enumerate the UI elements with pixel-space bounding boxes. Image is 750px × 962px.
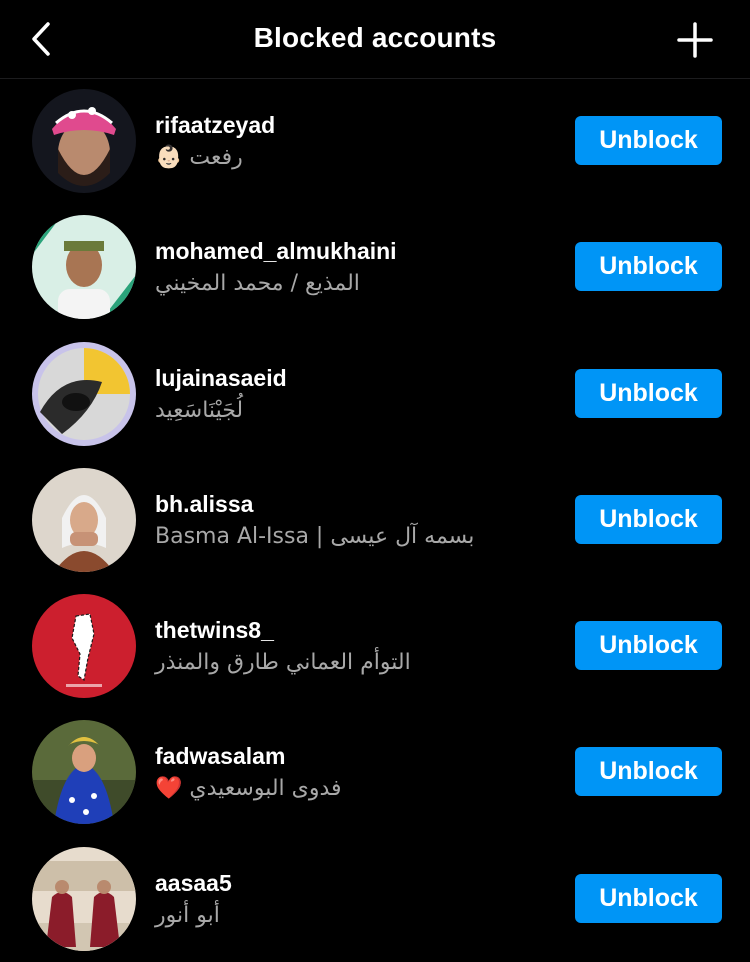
- unblock-button[interactable]: Unblock: [575, 747, 722, 797]
- username[interactable]: thetwins8_: [155, 617, 274, 644]
- username[interactable]: rifaatzeyad: [155, 112, 275, 139]
- page-title: Blocked accounts: [253, 22, 497, 53]
- username[interactable]: lujainasaeid: [155, 365, 287, 392]
- list-item: lujainasaeid لُجَيْنَاسَعِيد Unblock: [0, 331, 750, 457]
- full-name: ❤️ فدوى البوسعيدي: [155, 776, 342, 802]
- full-name: لُجَيْنَاسَعِيد: [155, 397, 244, 423]
- avatar[interactable]: [32, 89, 136, 193]
- add-button[interactable]: [676, 20, 714, 60]
- top-bar: Blocked accounts: [0, 0, 750, 79]
- avatar[interactable]: [32, 594, 136, 699]
- list-item: fadwasalam ❤️ فدوى البوسعيدي Unblock: [0, 709, 750, 835]
- avatar[interactable]: [32, 846, 136, 951]
- list-item: thetwins8_ التوأم العماني طارق والمنذر U…: [0, 583, 750, 709]
- full-name: المذيع / محمد المخيني: [155, 271, 360, 297]
- unblock-button[interactable]: Unblock: [575, 242, 722, 292]
- unblock-button[interactable]: Unblock: [575, 116, 722, 165]
- full-name: Basma Al-Issa | بسمه آل عيسى: [155, 523, 475, 549]
- username[interactable]: aasaa5: [155, 870, 232, 897]
- avatar[interactable]: [32, 467, 136, 572]
- list-item: bh.alissa Basma Al-Issa | بسمه آل عيسى U…: [0, 457, 750, 583]
- username[interactable]: mohamed_almukhaini: [155, 238, 397, 265]
- unblock-button[interactable]: Unblock: [575, 873, 722, 923]
- avatar[interactable]: [32, 341, 136, 446]
- list-item: mohamed_almukhaini المذيع / محمد المخيني…: [0, 204, 750, 330]
- username[interactable]: fadwasalam: [155, 743, 285, 770]
- plus-icon: [677, 22, 713, 58]
- avatar[interactable]: [32, 215, 136, 320]
- blocked-accounts-list: rifaatzeyad 👶🏻 رفعت Unblock mohamed_almu…: [0, 78, 750, 962]
- avatar[interactable]: [32, 720, 136, 825]
- full-name: التوأم العماني طارق والمنذر: [155, 650, 411, 676]
- unblock-button[interactable]: Unblock: [575, 494, 722, 544]
- full-name: 👶🏻 رفعت: [155, 145, 243, 170]
- username[interactable]: bh.alissa: [155, 491, 253, 518]
- list-item: rifaatzeyad 👶🏻 رفعت Unblock: [0, 78, 750, 204]
- full-name: أبو أنور: [155, 902, 220, 928]
- unblock-button[interactable]: Unblock: [575, 621, 722, 671]
- list-item: aasaa5 أبو أنور Unblock: [0, 836, 750, 962]
- unblock-button[interactable]: Unblock: [575, 368, 722, 418]
